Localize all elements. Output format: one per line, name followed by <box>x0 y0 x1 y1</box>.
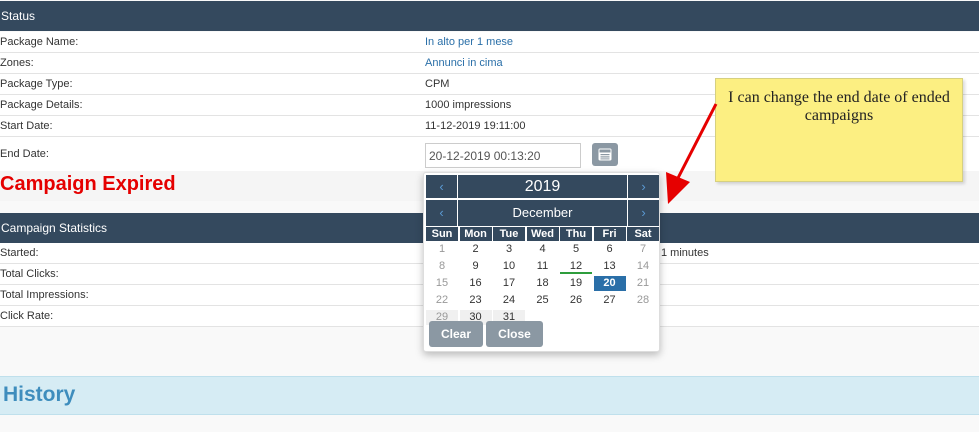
day-cell[interactable]: 4 <box>527 242 559 257</box>
day-cell[interactable]: 11 <box>527 259 559 274</box>
label-package-details: Package Details: <box>0 99 83 111</box>
next-month-button[interactable]: › <box>627 200 659 226</box>
day-cell[interactable]: 14 <box>627 259 659 274</box>
label-package-type: Package Type: <box>0 78 73 90</box>
row-zones: Zones: Annunci in cima <box>0 53 979 74</box>
value-zones[interactable]: Annunci in cima <box>425 53 503 73</box>
day-cell[interactable]: 16 <box>460 276 492 291</box>
clear-button[interactable]: Clear <box>429 321 483 347</box>
day-cell[interactable]: 18 <box>527 276 559 291</box>
label-started: Started: <box>0 247 39 259</box>
value-package-details: 1000 impressions <box>425 99 512 111</box>
weekday-label: Fri <box>593 227 626 241</box>
weekday-label: Sat <box>627 227 659 241</box>
weekday-label: Thu <box>560 227 592 241</box>
label-start-date: Start Date: <box>0 120 53 132</box>
next-year-button[interactable]: › <box>627 175 659 198</box>
datepicker-popup: ‹ 2019 › ‹ December › Sun Mon Tue Wed Th… <box>423 172 660 352</box>
value-started: 1 minutes <box>661 247 709 259</box>
calendar-button[interactable] <box>592 143 618 166</box>
label-total-clicks: Total Clicks: <box>0 268 59 280</box>
day-cell[interactable]: 24 <box>493 293 525 308</box>
datepicker-month[interactable]: December <box>459 200 626 226</box>
day-cell[interactable]: 25 <box>527 293 559 308</box>
status-title: Status <box>1 9 36 23</box>
annotation-note-text: I can change the end date of ended campa… <box>728 89 950 124</box>
value-package-type: CPM <box>425 78 450 90</box>
weekday-label: Tue <box>493 227 525 241</box>
row-package-name: Package Name: In alto per 1 mese <box>0 32 979 53</box>
day-cell[interactable]: 2 <box>460 242 492 257</box>
day-cell[interactable]: 17 <box>493 276 525 291</box>
label-total-impressions: Total Impressions: <box>0 289 89 301</box>
datepicker-month-bar: ‹ December › <box>426 200 659 226</box>
calendar-icon <box>598 148 612 161</box>
day-cell[interactable]: 23 <box>460 293 492 308</box>
day-cell[interactable]: 1 <box>426 242 458 257</box>
weekday-label: Wed <box>526 227 559 241</box>
datepicker-year[interactable]: 2019 <box>459 175 626 198</box>
annotation-note: I can change the end date of ended campa… <box>715 78 963 182</box>
label-end-date: End Date: <box>0 148 49 160</box>
day-cell[interactable]: 21 <box>627 276 659 291</box>
day-cell[interactable]: 22 <box>426 293 458 308</box>
weekday-label: Sun <box>426 227 458 241</box>
day-cell[interactable]: 26 <box>560 293 592 308</box>
label-zones: Zones: <box>0 57 34 69</box>
stats-title: Campaign Statistics <box>1 221 108 235</box>
annotation-arrow <box>666 103 718 204</box>
status-header: Status <box>0 1 979 31</box>
day-cell[interactable]: 8 <box>426 259 458 274</box>
day-cell[interactable]: 19 <box>560 276 592 291</box>
history-title: History <box>3 383 76 406</box>
prev-month-button[interactable]: ‹ <box>426 200 458 226</box>
day-cell[interactable]: 15 <box>426 276 458 291</box>
day-cell[interactable]: 7 <box>627 242 659 257</box>
label-package-name: Package Name: <box>0 36 79 48</box>
day-cell[interactable]: 5 <box>560 242 592 257</box>
datepicker-year-bar: ‹ 2019 › <box>426 175 659 198</box>
day-cell[interactable]: 27 <box>594 293 626 308</box>
prev-year-button[interactable]: ‹ <box>426 175 458 198</box>
day-cell[interactable]: 12 <box>560 259 592 274</box>
end-date-input[interactable] <box>425 143 581 168</box>
value-package-name[interactable]: In alto per 1 mese <box>425 32 513 52</box>
day-cell[interactable]: 6 <box>594 242 626 257</box>
close-button[interactable]: Close <box>486 321 543 347</box>
history-header: History <box>0 376 979 415</box>
day-cell[interactable]: 13 <box>594 259 626 274</box>
day-cell[interactable]: 20 <box>593 276 626 291</box>
campaign-expired-text: Campaign Expired <box>0 173 176 195</box>
value-start-date: 11-12-2019 19:11:00 <box>425 120 526 132</box>
weekday-label: Mon <box>459 227 492 241</box>
day-cell[interactable]: 3 <box>493 242 525 257</box>
weekday-header: Sun Mon Tue Wed Thu Fri Sat <box>426 227 659 241</box>
day-cell[interactable]: 9 <box>460 259 492 274</box>
day-cell[interactable]: 28 <box>627 293 659 308</box>
day-cell[interactable]: 10 <box>493 259 525 274</box>
label-click-rate: Click Rate: <box>0 310 54 322</box>
